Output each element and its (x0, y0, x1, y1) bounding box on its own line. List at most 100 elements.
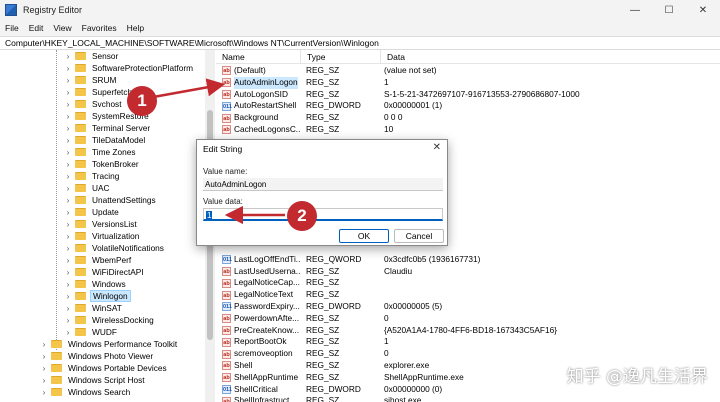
cancel-button[interactable]: Cancel (394, 229, 444, 243)
chevron-right-icon[interactable]: › (40, 352, 48, 361)
chevron-right-icon[interactable]: › (64, 160, 72, 169)
chevron-right-icon[interactable]: › (64, 52, 72, 61)
chevron-right-icon[interactable]: › (64, 220, 72, 229)
tree-item[interactable]: › SRUM (64, 74, 118, 86)
chevron-right-icon[interactable]: › (64, 316, 72, 325)
value-name-cell: ab PowerdownAfte... (216, 313, 301, 325)
tree-item[interactable]: › WirelessDocking (64, 314, 156, 326)
chevron-right-icon[interactable]: › (64, 256, 72, 265)
tree-item[interactable]: › TokenBroker (64, 158, 141, 170)
tree-item[interactable]: › SoftwareProtectionPlatform (64, 62, 195, 74)
registry-value-row[interactable]: ab AutoAdminLogon REG_SZ 1 (216, 76, 720, 89)
tree-item[interactable]: › WUDF (64, 326, 119, 338)
folder-icon (75, 112, 86, 120)
chevron-right-icon[interactable]: › (40, 388, 48, 397)
chevron-right-icon[interactable]: › (64, 76, 72, 85)
registry-value-row[interactable]: ab LastUsedUserna... REG_SZ Claudiu (216, 266, 720, 278)
address-bar[interactable]: Computer\HKEY_LOCAL_MACHINE\SOFTWARE\Mic… (0, 36, 720, 50)
chevron-right-icon[interactable]: › (64, 232, 72, 241)
menu-bar: File Edit View Favorites Help (0, 20, 720, 36)
chevron-right-icon[interactable]: › (64, 124, 72, 133)
string-value-icon: ab (222, 337, 231, 347)
registry-value-row[interactable]: ab (Default) REG_SZ (value not set) (216, 65, 720, 77)
value-name-text: AutoAdminLogon (234, 76, 298, 89)
tree-item[interactable]: › VolatileNotifications (64, 242, 166, 254)
value-name-text: PreCreateKnow... (234, 324, 300, 335)
registry-value-row[interactable]: ab AutoLogonSID REG_SZ S-1-5-21-3472697107-… (216, 89, 720, 101)
column-header-type[interactable]: Type (301, 50, 381, 63)
tree-item[interactable]: › VersionsList (64, 218, 139, 230)
registry-value-row[interactable]: ab CachedLogonsC... REG_SZ 10 (216, 124, 720, 136)
chevron-right-icon[interactable]: › (64, 88, 72, 97)
chevron-right-icon[interactable]: › (40, 364, 48, 373)
column-header-data[interactable]: Data (381, 50, 720, 63)
tree-item[interactable]: › Update (64, 206, 121, 218)
string-value-icon: ab (222, 278, 231, 288)
tree-item[interactable]: › Windows Performance Toolkit (40, 338, 179, 350)
chevron-right-icon[interactable]: › (64, 172, 72, 181)
tree-item-label: Windows Performance Toolkit (68, 339, 178, 349)
chevron-right-icon[interactable]: › (64, 136, 72, 145)
menu-help[interactable]: Help (127, 23, 144, 33)
registry-value-row[interactable]: ab scremoveoption REG_SZ 0 (216, 348, 720, 360)
tree-item[interactable]: › WiFiDirectAPI (64, 266, 146, 278)
registry-value-row[interactable]: ab ReportBootOk REG_SZ 1 (216, 336, 720, 348)
menu-file[interactable]: File (5, 23, 19, 33)
chevron-right-icon[interactable]: › (40, 340, 48, 349)
tree-item[interactable]: › Svchost (64, 98, 124, 110)
minimize-button[interactable]: — (618, 0, 652, 20)
registry-value-row[interactable]: 011 AutoRestartShell REG_DWORD 0x00000001 (… (216, 100, 720, 112)
folder-icon (75, 232, 86, 240)
tree-item[interactable]: › Windows Portable Devices (40, 362, 169, 374)
registry-value-row[interactable]: ab LegalNoticeText REG_SZ (216, 289, 720, 301)
maximize-button[interactable]: ☐ (652, 0, 686, 20)
chevron-right-icon[interactable]: › (64, 184, 72, 193)
dialog-close-button[interactable]: ✕ (433, 142, 441, 153)
registry-value-row[interactable]: 011 PasswordExpiry... REG_DWORD 0x00000005 … (216, 301, 720, 313)
chevron-right-icon[interactable]: › (64, 268, 72, 277)
chevron-right-icon[interactable]: › (64, 208, 72, 217)
value-name-cell: ab AutoAdminLogon (216, 76, 301, 89)
tree-item[interactable]: › Windows (64, 278, 128, 290)
tree-item[interactable]: › UnattendSettings (64, 194, 158, 206)
menu-view[interactable]: View (53, 23, 71, 33)
tree-item[interactable]: › Windows Search (40, 386, 132, 398)
registry-value-row[interactable]: ab LegalNoticeCap... REG_SZ (216, 277, 720, 289)
value-data-input[interactable]: 1 (203, 208, 443, 221)
tree-item[interactable]: › Winlogon (64, 290, 131, 302)
chevron-right-icon[interactable]: › (64, 328, 72, 337)
chevron-right-icon[interactable]: › (64, 244, 72, 253)
tree-item[interactable]: › Superfetch (64, 86, 134, 98)
tree-item[interactable]: › Tracing (64, 170, 121, 182)
registry-value-row[interactable]: 011 LastLogOffEndTi... REG_QWORD 0x3cdfc0b5… (216, 254, 720, 266)
chevron-right-icon[interactable]: › (64, 292, 72, 301)
tree-item[interactable]: › Windows Script Host (40, 374, 147, 386)
tree-item[interactable]: › WbemPerf (64, 254, 133, 266)
registry-value-row[interactable]: ab ShellInfrastruct... REG_SZ sihost.exe (216, 395, 720, 402)
menu-favorites[interactable]: Favorites (82, 23, 117, 33)
tree-item[interactable]: › TileDataModel (64, 134, 147, 146)
chevron-right-icon[interactable]: › (64, 100, 72, 109)
chevron-right-icon[interactable]: › (64, 64, 72, 73)
tree-item[interactable]: › UAC (64, 182, 112, 194)
chevron-right-icon[interactable]: › (64, 196, 72, 205)
tree-item[interactable]: › Sensor (64, 50, 120, 62)
column-header-name[interactable]: Name (216, 50, 301, 63)
registry-value-row[interactable]: ab PreCreateKnow... REG_SZ {A520A1A4-1780-4… (216, 325, 720, 337)
chevron-right-icon[interactable]: › (64, 112, 72, 121)
chevron-right-icon[interactable]: › (64, 148, 72, 157)
chevron-right-icon[interactable]: › (64, 280, 72, 289)
menu-edit[interactable]: Edit (29, 23, 44, 33)
chevron-right-icon[interactable]: › (64, 304, 72, 313)
value-name-text: (Default) (234, 65, 266, 75)
tree-item[interactable]: › Windows Photo Viewer (40, 350, 155, 362)
registry-value-row[interactable]: ab PowerdownAfte... REG_SZ 0 (216, 313, 720, 325)
registry-value-row[interactable]: ab Background REG_SZ 0 0 0 (216, 112, 720, 124)
chevron-right-icon[interactable]: › (40, 376, 48, 385)
close-button[interactable]: ✕ (686, 0, 720, 20)
tree-item[interactable]: › Terminal Server (64, 122, 152, 134)
ok-button[interactable]: OK (339, 229, 389, 243)
tree-item[interactable]: › Virtualization (64, 230, 141, 242)
tree-item[interactable]: › Time Zones (64, 146, 138, 158)
tree-item[interactable]: › WinSAT (64, 302, 124, 314)
